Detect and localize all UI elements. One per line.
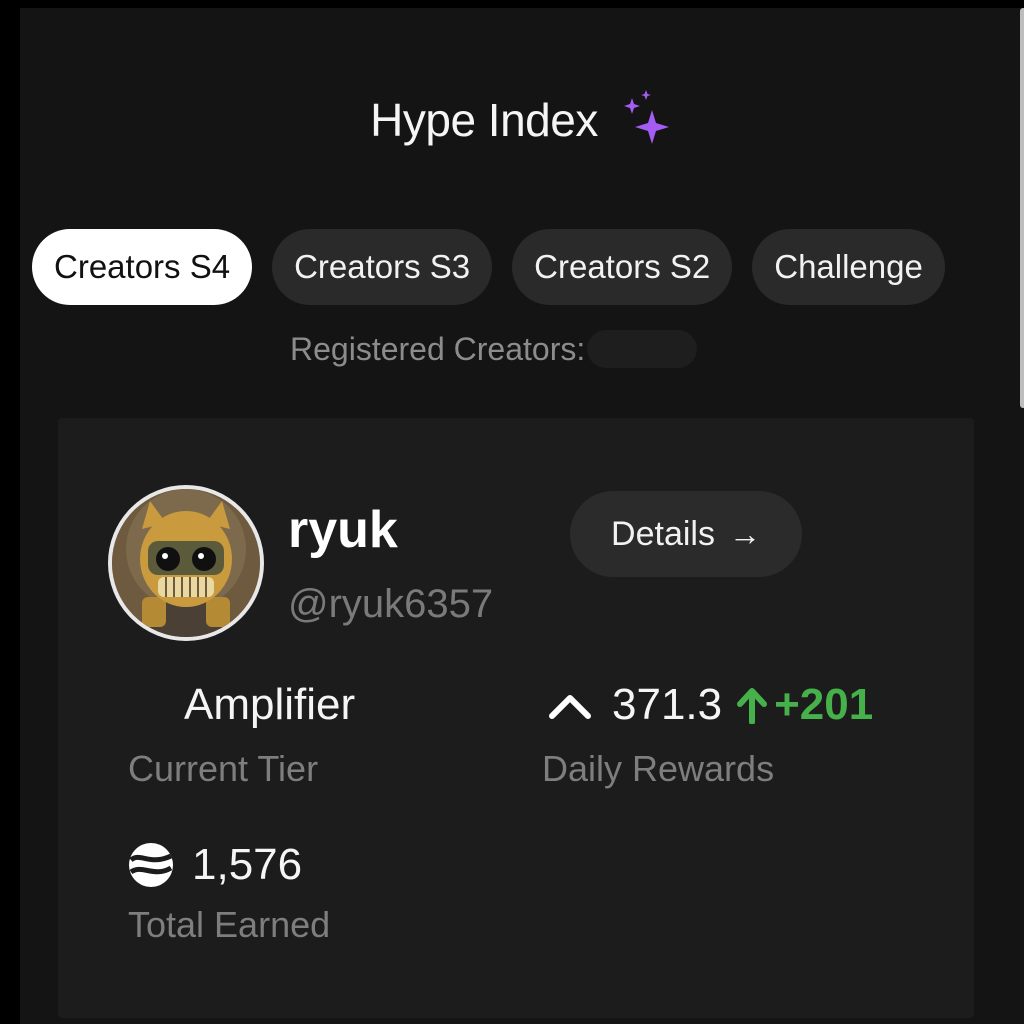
scrollbar[interactable] (1020, 8, 1024, 408)
tab-creators-s3[interactable]: Creators S3 (272, 229, 493, 305)
header: Hype Index (20, 90, 1024, 150)
chevron-up-icon (549, 695, 591, 719)
total-earned-label: Total Earned (128, 904, 331, 945)
registered-creators: Registered Creators: (290, 330, 698, 368)
creator-handle: @ryuk6357 (288, 582, 494, 626)
daily-rewards-value: 371.3 +201 (548, 680, 873, 730)
details-button[interactable]: Details → (570, 491, 802, 577)
tab-creators-s2[interactable]: Creators S2 (512, 229, 733, 305)
daily-rewards-amount: 371.3 (612, 680, 723, 729)
up-arrow-icon (737, 688, 768, 724)
creator-card: ryuk @ryuk6357 Details → Amplifier Curre… (58, 418, 974, 1018)
app-screen: Hype Index Creators S4 Creators S3 Creat… (20, 8, 1024, 1024)
avatar[interactable] (108, 485, 264, 641)
details-button-label: Details (611, 514, 715, 553)
tab-creators-s4[interactable]: Creators S4 (32, 229, 253, 305)
tab-challenge[interactable]: Challenge (752, 229, 945, 305)
current-tier-value: Amplifier (184, 680, 356, 729)
coin-icon (129, 843, 173, 887)
creator-name: ryuk (288, 501, 398, 559)
redacted-count (587, 330, 698, 368)
avatar-image (112, 489, 260, 637)
current-tier-label: Current Tier (128, 748, 319, 789)
daily-rewards-change: +201 (736, 680, 873, 730)
arrow-right-icon: → (728, 515, 761, 552)
daily-rewards-change-value: +201 (774, 680, 874, 729)
total-earned-amount: 1,576 (192, 840, 303, 889)
page-title: Hype Index (370, 94, 598, 146)
season-tabs: Creators S4 Creators S3 Creators S2 Chal… (32, 229, 945, 305)
registered-creators-label: Registered Creators: (290, 330, 586, 367)
sparkle-icon (623, 90, 669, 144)
daily-rewards-label: Daily Rewards (542, 748, 775, 789)
total-earned-value: 1,576 (128, 840, 302, 890)
